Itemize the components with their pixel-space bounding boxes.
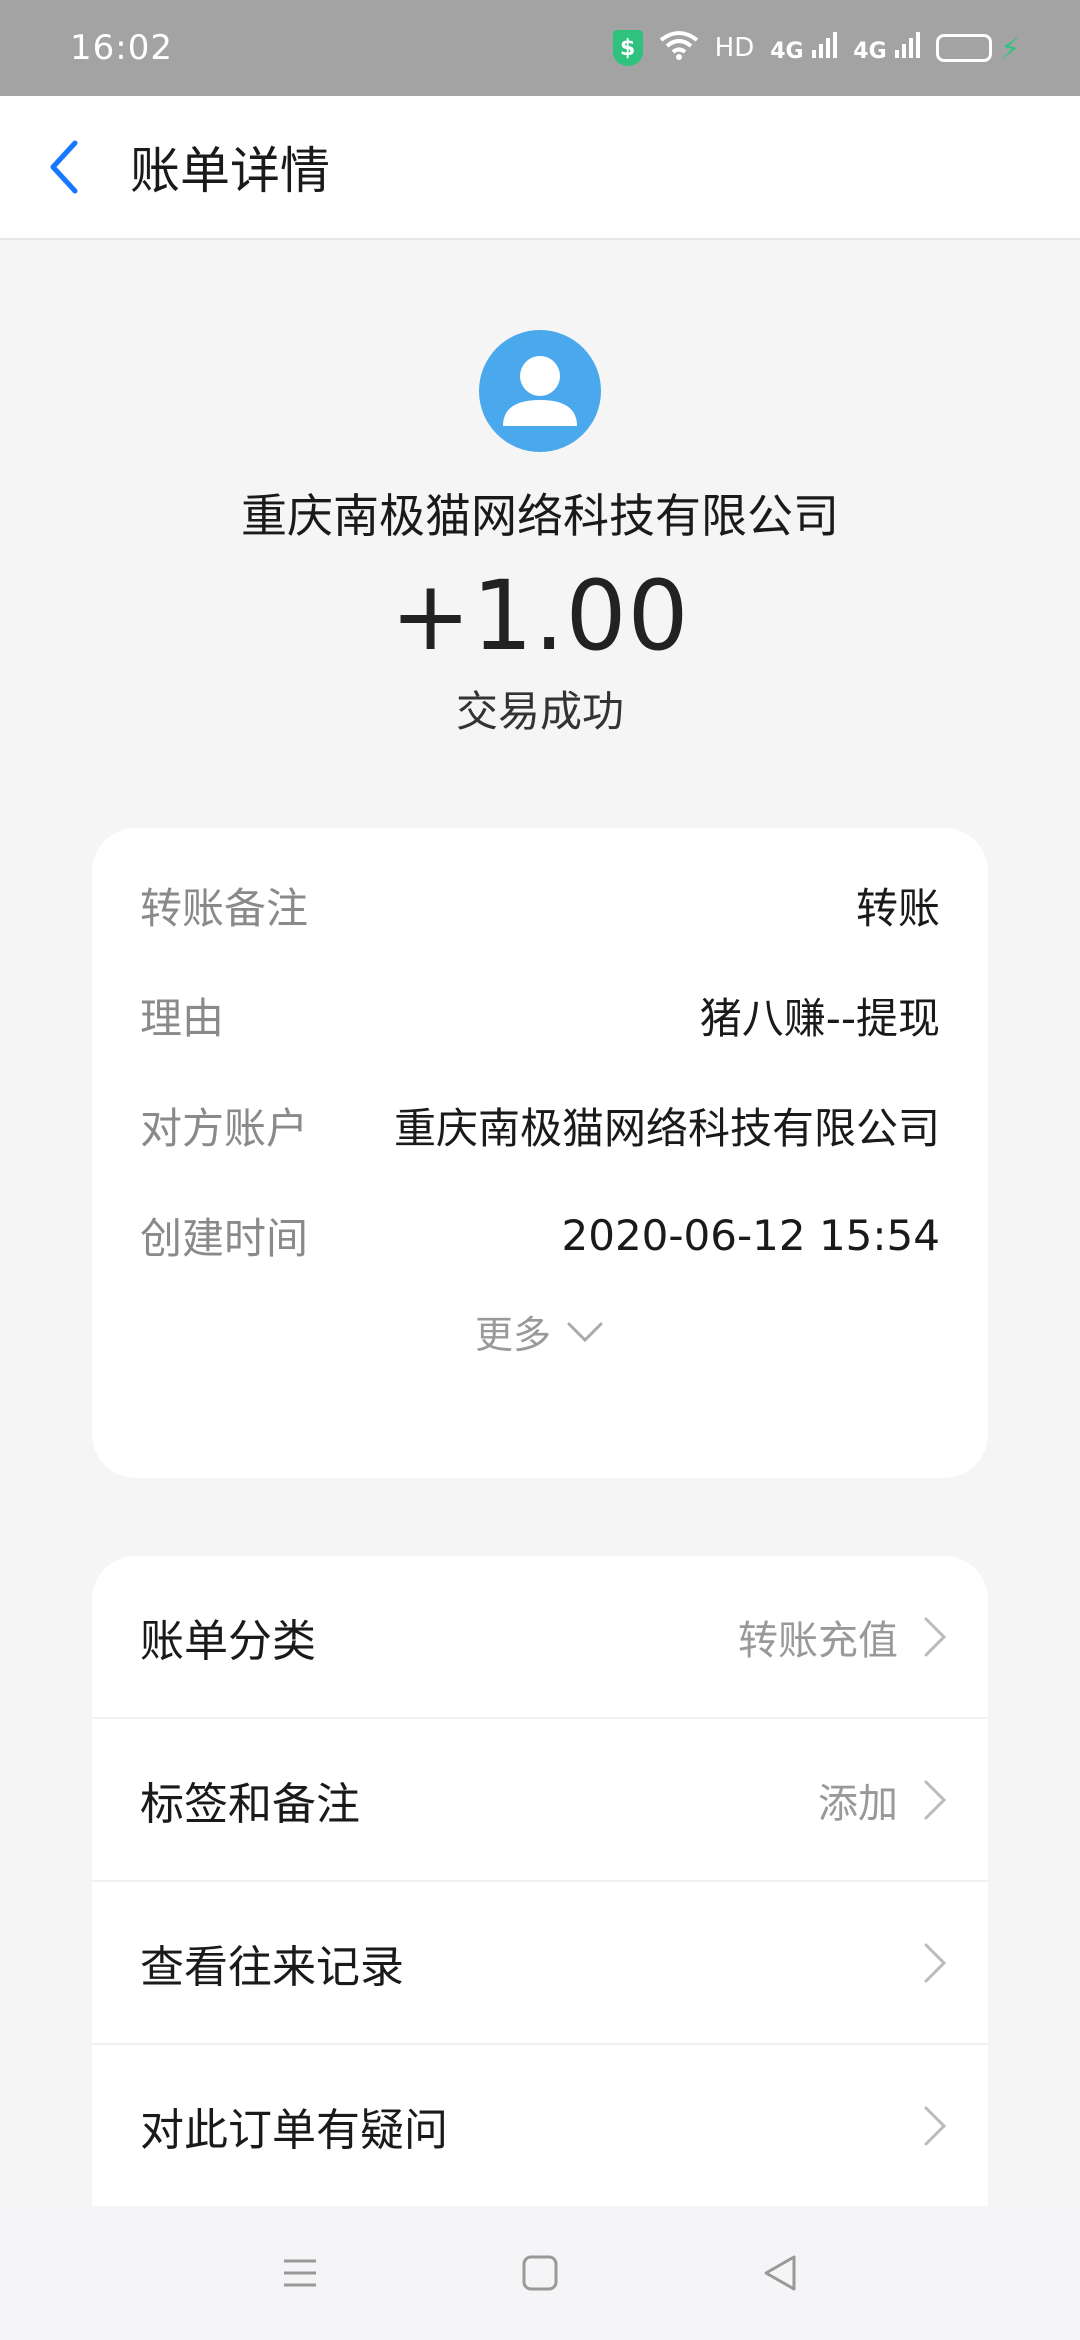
menu-item-bill-category[interactable]: 账单分类 转账充值: [92, 1556, 988, 1719]
menu-value: 转账充值: [738, 1617, 898, 1664]
more-label: 更多: [474, 1313, 551, 1357]
menu-label: 账单分类: [140, 1615, 316, 1667]
details-card: 转账备注 转账 理由 猪八赚--提现 对方账户 重庆南极猫网络科技有限公司 创建…: [92, 828, 988, 1478]
signal-4g-1: 4G: [770, 32, 838, 64]
detail-label: 转账备注: [140, 883, 309, 933]
detail-value: 2020-06-12 15:54: [561, 1210, 940, 1260]
chevron-right-icon: [924, 1780, 947, 1819]
back-triangle-icon[interactable]: [758, 2251, 802, 2295]
detail-label: 对方账户: [140, 1103, 309, 1153]
transaction-header: 重庆南极猫网络科技有限公司 +1.00 交易成功: [0, 240, 1080, 739]
status-icons: $ HD 4G 4G ⚡: [612, 30, 1020, 67]
back-arrow-icon: [50, 140, 78, 194]
page-title: 账单详情: [130, 142, 330, 200]
title-bar: 账单详情: [0, 96, 1080, 240]
detail-row: 理由 猪八赚--提现: [140, 960, 940, 1070]
menu-item-history[interactable]: 查看往来记录: [92, 1882, 988, 2045]
user-icon: [503, 356, 577, 426]
detail-row: 创建时间 2020-06-12 15:54: [140, 1180, 940, 1290]
system-nav-bar: [0, 2206, 1080, 2340]
signal-bars-icon: [895, 32, 921, 58]
signal-4g-2: 4G: [853, 32, 921, 64]
network-label: HD: [714, 33, 755, 63]
detail-row: 对方账户 重庆南极猫网络科技有限公司: [140, 1070, 940, 1180]
menu-label: 对此订单有疑问: [140, 2104, 448, 2156]
signal1-label: 4G: [770, 39, 804, 64]
transaction-amount: +1.00: [390, 560, 690, 672]
charging-bolt-icon: ⚡: [1000, 31, 1020, 65]
signal2-label: 4G: [853, 39, 887, 64]
status-time: 16:02: [70, 28, 173, 68]
back-button[interactable]: [0, 95, 130, 239]
battery-icon: [936, 34, 993, 62]
detail-label: 理由: [140, 993, 225, 1043]
status-bar: 16:02 $ HD 4G 4G ⚡: [0, 0, 1080, 96]
chevron-right-icon: [924, 1943, 947, 1982]
detail-row: 转账备注 转账: [140, 850, 940, 960]
menu-label: 查看往来记录: [140, 1941, 404, 1993]
menu-value: 添加: [818, 1780, 898, 1827]
detail-value: 重庆南极猫网络科技有限公司: [393, 1103, 940, 1153]
detail-value: 猪八赚--提现: [699, 993, 940, 1043]
chevron-down-icon: [567, 1322, 603, 1342]
actions-card: 账单分类 转账充值 标签和备注 添加 查看往来记录 对此订单有疑问: [92, 1556, 988, 2256]
menu-item-order-question[interactable]: 对此订单有疑问: [92, 2045, 988, 2208]
transaction-status: 交易成功: [455, 687, 624, 736]
detail-label: 创建时间: [140, 1213, 309, 1263]
more-button[interactable]: 更多: [140, 1304, 940, 1359]
menu-item-tags-notes[interactable]: 标签和备注 添加: [92, 1719, 988, 1882]
home-icon[interactable]: [518, 2251, 562, 2295]
signal-bars-icon: [812, 32, 838, 58]
wifi-icon: [659, 30, 699, 67]
chevron-right-icon: [924, 1617, 947, 1656]
payee-name: 重庆南极猫网络科技有限公司: [241, 489, 839, 543]
menu-icon[interactable]: [278, 2251, 322, 2295]
chevron-right-icon: [924, 2106, 947, 2145]
avatar: [479, 330, 601, 452]
shield-dollar-icon: $: [612, 30, 643, 66]
detail-value: 转账: [855, 883, 940, 933]
menu-label: 标签和备注: [140, 1778, 360, 1830]
